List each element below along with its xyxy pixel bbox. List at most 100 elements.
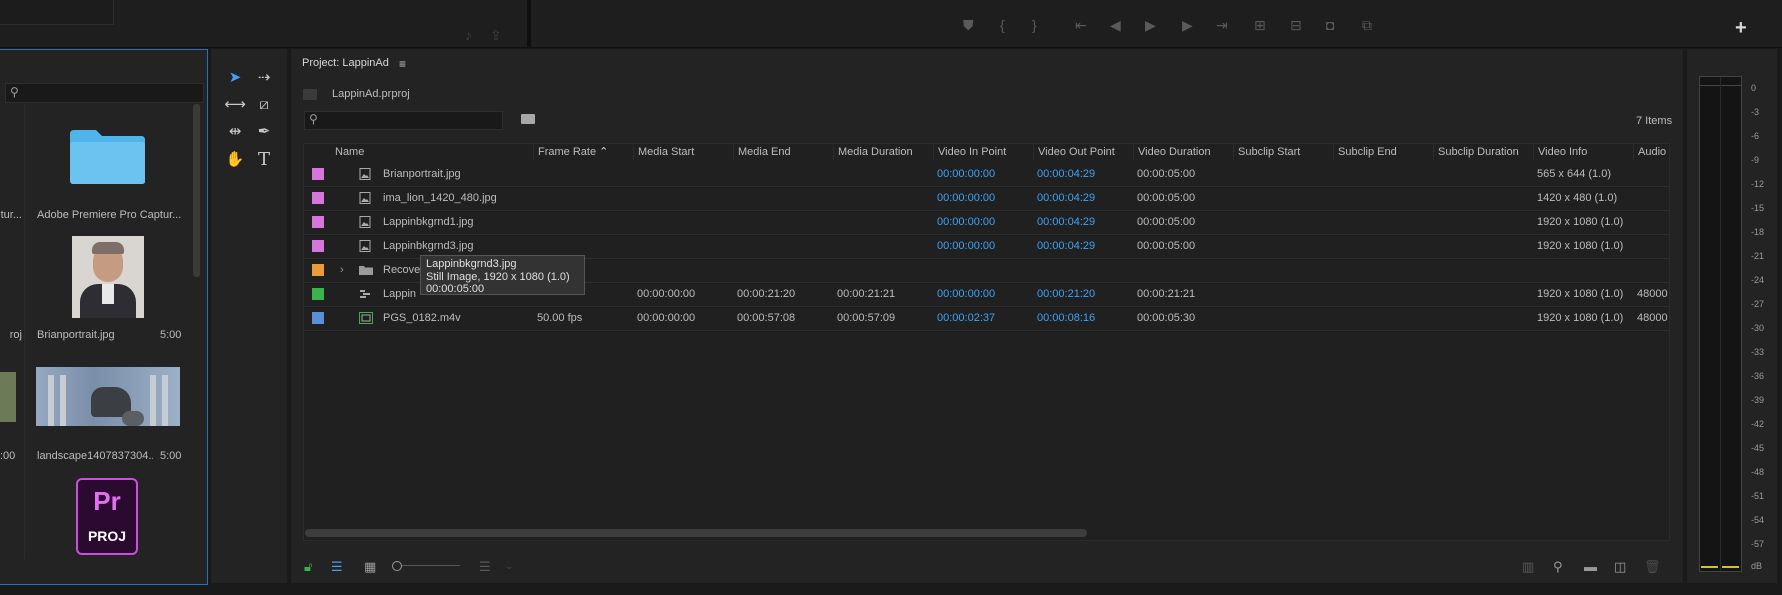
column-header-video-in[interactable]: Video In Point xyxy=(934,144,1034,161)
video-out-point[interactable]: 00:00:04:29 xyxy=(1037,186,1095,210)
camera-icon[interactable]: ◘ xyxy=(1326,18,1334,32)
meter-label: -21 xyxy=(1751,251,1765,261)
column-header-media-end[interactable]: Media End xyxy=(734,144,834,161)
icon-view-icon[interactable]: ▦ xyxy=(364,560,376,573)
clip-name[interactable]: Brianportrait.jpg xyxy=(383,162,461,186)
video-out-point[interactable]: 00:00:04:29 xyxy=(1037,162,1095,186)
zoom-slider-icon[interactable] xyxy=(392,560,462,572)
export-frame-icon[interactable]: ⇪ xyxy=(490,28,502,42)
clip-name[interactable]: PGS_0182.m4v xyxy=(383,306,461,330)
label-color-swatch[interactable] xyxy=(312,240,324,252)
panel-menu-icon[interactable]: ≡ xyxy=(399,57,406,71)
video-out-point[interactable]: 00:00:21:20 xyxy=(1037,282,1095,306)
column-header-audio-info[interactable]: Audio I xyxy=(1634,144,1669,161)
insert-icon[interactable]: ♪ xyxy=(465,28,472,42)
add-button[interactable]: + xyxy=(1735,18,1747,38)
go-to-out-icon[interactable]: ⇥ xyxy=(1216,18,1228,32)
column-header-subclip-end[interactable]: Subclip End xyxy=(1334,144,1434,161)
video-out-point[interactable]: 00:00:04:29 xyxy=(1037,210,1095,234)
media-tile-name[interactable]: roj xyxy=(0,329,22,341)
column-header-name[interactable]: Name xyxy=(331,144,534,161)
find-icon[interactable]: ⚲ xyxy=(1553,560,1563,573)
slip-icon[interactable]: ⇹ xyxy=(224,121,246,143)
label-color-swatch[interactable] xyxy=(312,288,324,300)
insert-clip-icon[interactable]: ⊞ xyxy=(1254,18,1266,32)
video-in-point[interactable]: 00:00:00:00 xyxy=(937,162,995,186)
column-header-subclip-start[interactable]: Subclip Start xyxy=(1234,144,1334,161)
video-in-point[interactable]: 00:00:00:00 xyxy=(937,282,995,306)
media-tile-name[interactable]: tur... xyxy=(0,209,22,221)
play-icon[interactable]: ▶ xyxy=(1145,18,1156,32)
new-search-bin-icon[interactable] xyxy=(521,114,535,124)
label-color-swatch[interactable] xyxy=(312,216,324,228)
video-out-point[interactable]: 00:00:04:29 xyxy=(1037,234,1095,258)
meter-label: -57 xyxy=(1751,539,1765,549)
trash-icon[interactable]: 🗑︎ xyxy=(1644,560,1661,573)
folder-icon[interactable] xyxy=(68,128,147,186)
media-scrollbar[interactable] xyxy=(193,104,200,277)
disclosure-chevron-icon[interactable]: › xyxy=(340,258,344,282)
step-forward-icon[interactable]: ▶ xyxy=(1182,18,1193,32)
video-out-point[interactable]: 00:00:08:16 xyxy=(1037,306,1095,330)
column-header-media-start[interactable]: Media Start xyxy=(634,144,734,161)
project-panel-title[interactable]: Project: LappinAd xyxy=(302,57,389,69)
automate-icon[interactable]: ▥ xyxy=(1522,560,1534,573)
video-in-point[interactable]: 00:00:00:00 xyxy=(937,186,995,210)
pen-icon[interactable]: ✒ xyxy=(253,121,275,143)
mark-out-icon[interactable]: } xyxy=(1032,18,1037,32)
meter-label: -30 xyxy=(1751,323,1765,333)
table-row[interactable]: Lappinbkgrnd1.jpg 00:00:00:00 00:00:04:2… xyxy=(304,210,1669,235)
column-header-video-out[interactable]: Video Out Point xyxy=(1034,144,1134,161)
mark-in-icon[interactable]: { xyxy=(1000,18,1005,32)
label-color-swatch[interactable] xyxy=(312,312,324,324)
new-bin-icon[interactable]: ▬ xyxy=(1584,560,1597,573)
table-row[interactable]: Brianportrait.jpg 00:00:00:00 00:00:04:2… xyxy=(304,162,1669,187)
clip-name[interactable]: ima_lion_1420_480.jpg xyxy=(383,186,497,210)
landscape-partial-thumbnail[interactable] xyxy=(0,372,16,422)
ripple-edit-icon[interactable]: ⟷ xyxy=(224,94,246,116)
column-header-media-duration[interactable]: Media Duration xyxy=(834,144,934,161)
overwrite-clip-icon[interactable]: ⊟ xyxy=(1290,18,1302,32)
type-icon[interactable]: T xyxy=(253,149,275,171)
bin-name[interactable]: Recove xyxy=(383,258,420,282)
panel-divider[interactable] xyxy=(527,0,531,47)
table-row[interactable]: PGS_0182.m4v 50.00 fps 00:00:00:00 00:00… xyxy=(304,306,1669,331)
media-tile-name[interactable]: landscape1407837304... xyxy=(37,450,153,462)
media-tile-name[interactable]: Brianportrait.jpg xyxy=(37,329,157,341)
selection-tool-icon[interactable]: ➤ xyxy=(224,67,246,89)
horizontal-scrollbar[interactable] xyxy=(305,529,1087,537)
new-item-icon[interactable]: ◫ xyxy=(1614,560,1626,573)
lock-icon[interactable]: 🔓︎ xyxy=(304,560,312,573)
chevron-down-icon[interactable]: ⌄ xyxy=(505,560,513,573)
column-header-video-duration[interactable]: Video Duration xyxy=(1134,144,1234,161)
label-color-swatch[interactable] xyxy=(312,264,324,276)
video-in-point[interactable]: 00:00:00:00 xyxy=(937,234,995,258)
video-in-point[interactable]: 00:00:00:00 xyxy=(937,210,995,234)
label-color-swatch[interactable] xyxy=(312,192,324,204)
compare-view-icon[interactable]: ⧉ xyxy=(1362,18,1372,32)
clip-name[interactable]: Lappin xyxy=(383,282,416,306)
razor-icon[interactable]: ⧄ xyxy=(253,94,275,116)
marker-icon[interactable]: ⛊ xyxy=(963,18,974,32)
label-color-swatch[interactable] xyxy=(312,168,324,180)
hand-icon[interactable]: ✋ xyxy=(224,149,246,171)
timecode-box[interactable] xyxy=(0,0,114,25)
column-header-subclip-duration[interactable]: Subclip Duration xyxy=(1434,144,1534,161)
portrait-thumbnail[interactable] xyxy=(72,236,144,318)
go-to-in-icon[interactable]: ⇤ xyxy=(1075,18,1087,32)
clip-name[interactable]: Lappinbkgrnd1.jpg xyxy=(383,210,474,234)
table-row[interactable]: ima_lion_1420_480.jpg 00:00:00:00 00:00:… xyxy=(304,186,1669,211)
lion-thumbnail[interactable] xyxy=(36,367,180,426)
sort-icon[interactable]: ☰ xyxy=(479,560,491,573)
track-select-icon[interactable]: ⇢ xyxy=(253,67,275,89)
media-search-input[interactable] xyxy=(5,83,204,103)
media-tile-name[interactable]: Adobe Premiere Pro Captur... xyxy=(37,209,190,221)
top-panel-strip xyxy=(0,0,1782,48)
premiere-project-icon[interactable]: Pr PROJ xyxy=(76,478,138,555)
video-in-point[interactable]: 00:00:02:37 xyxy=(937,306,995,330)
project-search-input[interactable] xyxy=(304,111,503,130)
list-view-icon[interactable]: ☰ xyxy=(331,560,343,573)
step-back-icon[interactable]: ◀ xyxy=(1110,18,1121,32)
column-header-frame-rate[interactable]: Frame Rate ⌃ xyxy=(534,144,634,161)
column-header-video-info[interactable]: Video Info xyxy=(1534,144,1634,161)
